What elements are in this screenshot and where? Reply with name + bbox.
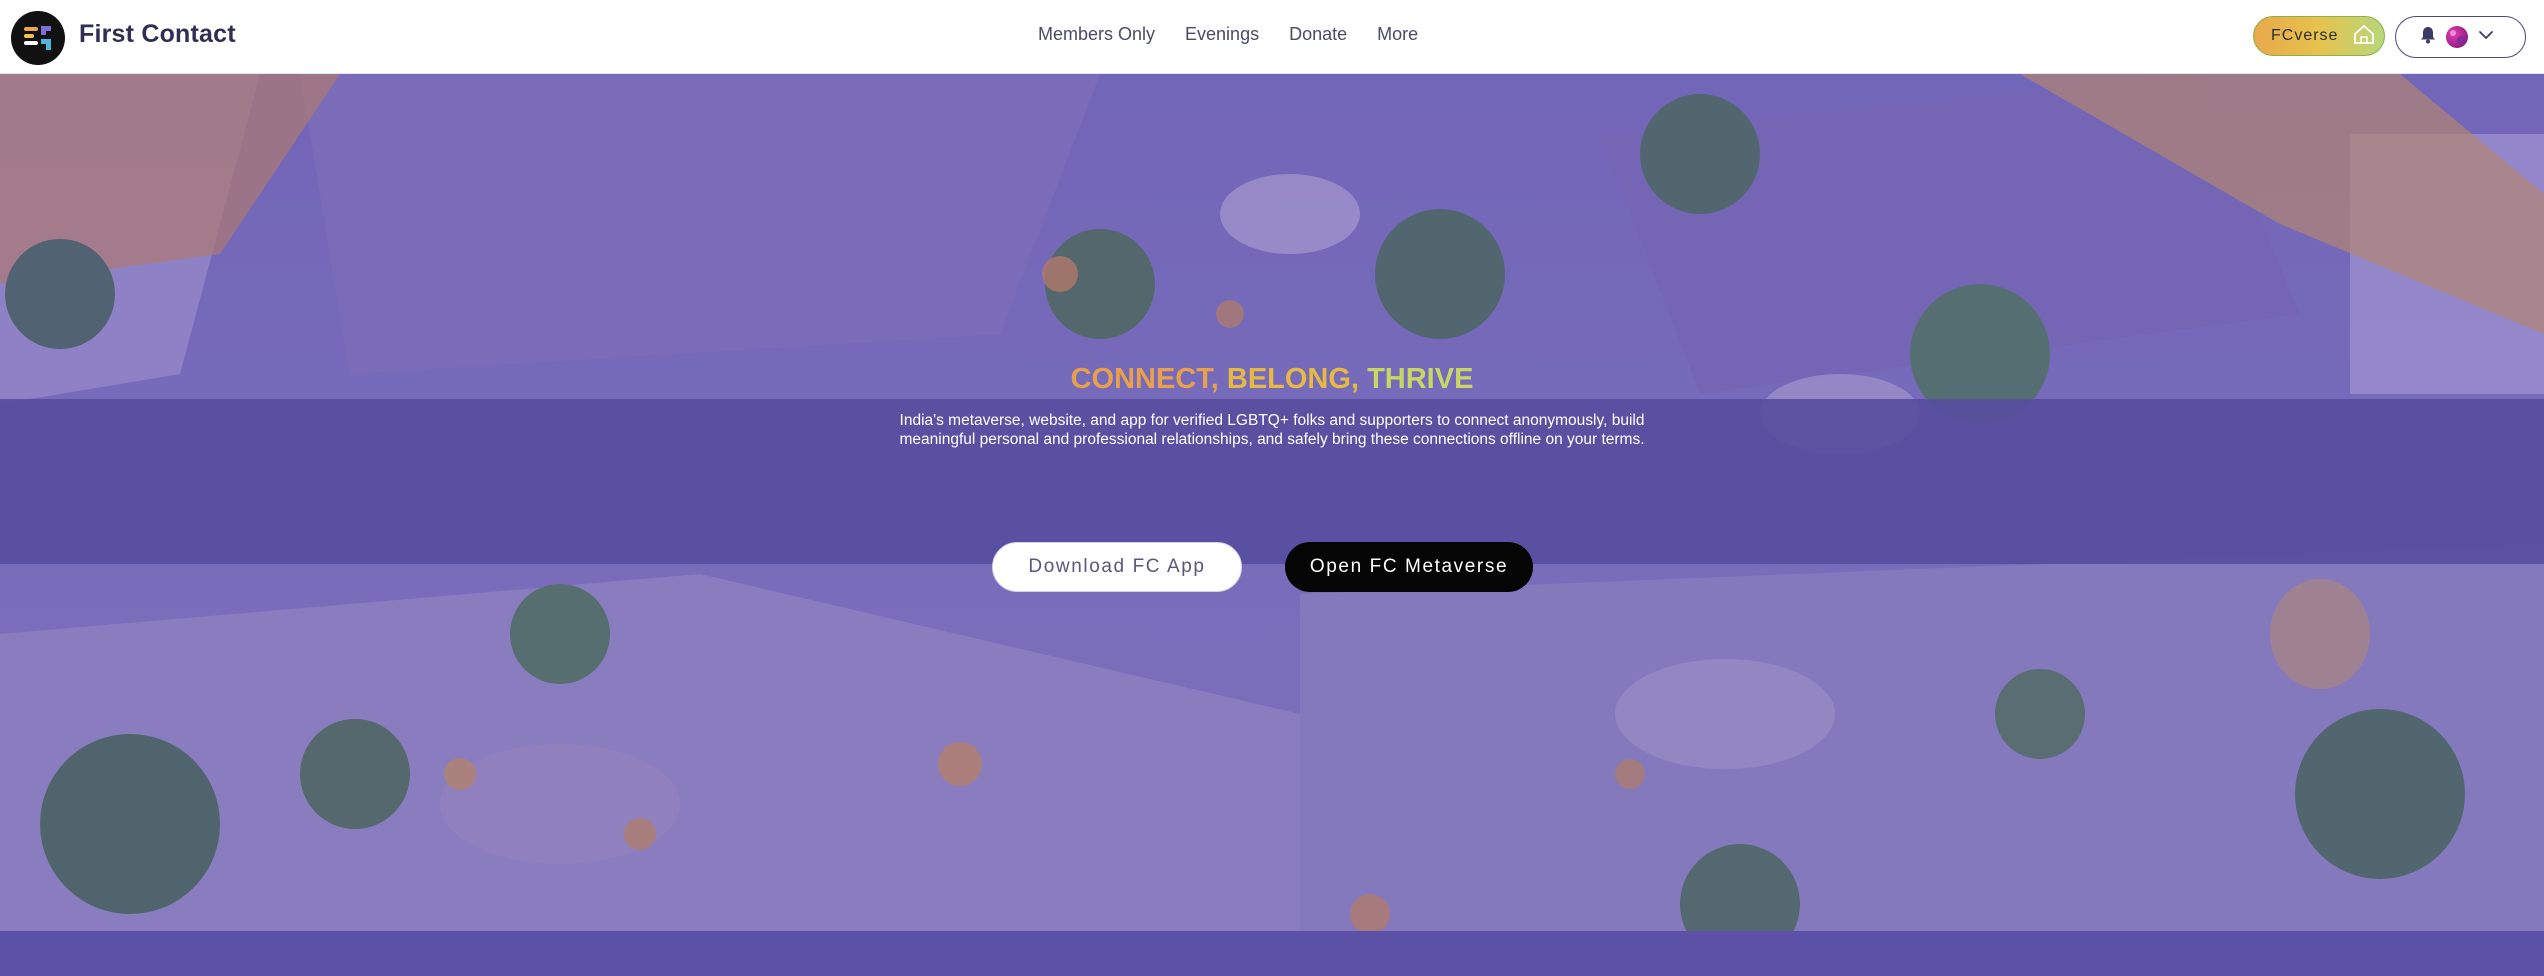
- description-line-1: India's metaverse, website, and app for …: [899, 412, 1645, 429]
- house-icon: [2352, 23, 2376, 50]
- bell-icon[interactable]: [2420, 26, 2436, 49]
- avatar[interactable]: [2446, 26, 2468, 48]
- hero-tagline: CONNECT, BELONG, THRIVE: [0, 363, 2544, 396]
- open-metaverse-button[interactable]: Open FC Metaverse: [1285, 542, 1533, 592]
- nav-members-only[interactable]: Members Only: [1038, 24, 1155, 45]
- download-app-button[interactable]: Download FC App: [992, 542, 1242, 592]
- main-nav: Members Only Evenings Donate More: [1038, 24, 1418, 45]
- fcverse-button[interactable]: FCverse: [2253, 16, 2385, 56]
- nav-more[interactable]: More: [1377, 24, 1418, 45]
- chevron-down-icon[interactable]: [2478, 28, 2494, 46]
- next-section-strip: [0, 931, 2544, 976]
- tagline-belong: BELONG,: [1226, 363, 1359, 395]
- brand-name[interactable]: First Contact: [79, 20, 236, 49]
- tagline-connect: CONNECT,: [1070, 363, 1219, 395]
- hero-section: [0, 74, 2544, 931]
- nav-evenings[interactable]: Evenings: [1185, 24, 1259, 45]
- user-menu[interactable]: [2395, 16, 2526, 58]
- description-line-2: meaningful personal and professional rel…: [899, 431, 1645, 448]
- hero-description: India's metaverse, website, and app for …: [872, 411, 1672, 449]
- first-contact-logo-icon[interactable]: [11, 11, 65, 65]
- site-header: First Contact Members Only Evenings Dona…: [0, 0, 2544, 74]
- nav-donate[interactable]: Donate: [1289, 24, 1347, 45]
- fcverse-label: FCverse: [2271, 27, 2339, 44]
- tagline-thrive: THRIVE: [1367, 363, 1474, 395]
